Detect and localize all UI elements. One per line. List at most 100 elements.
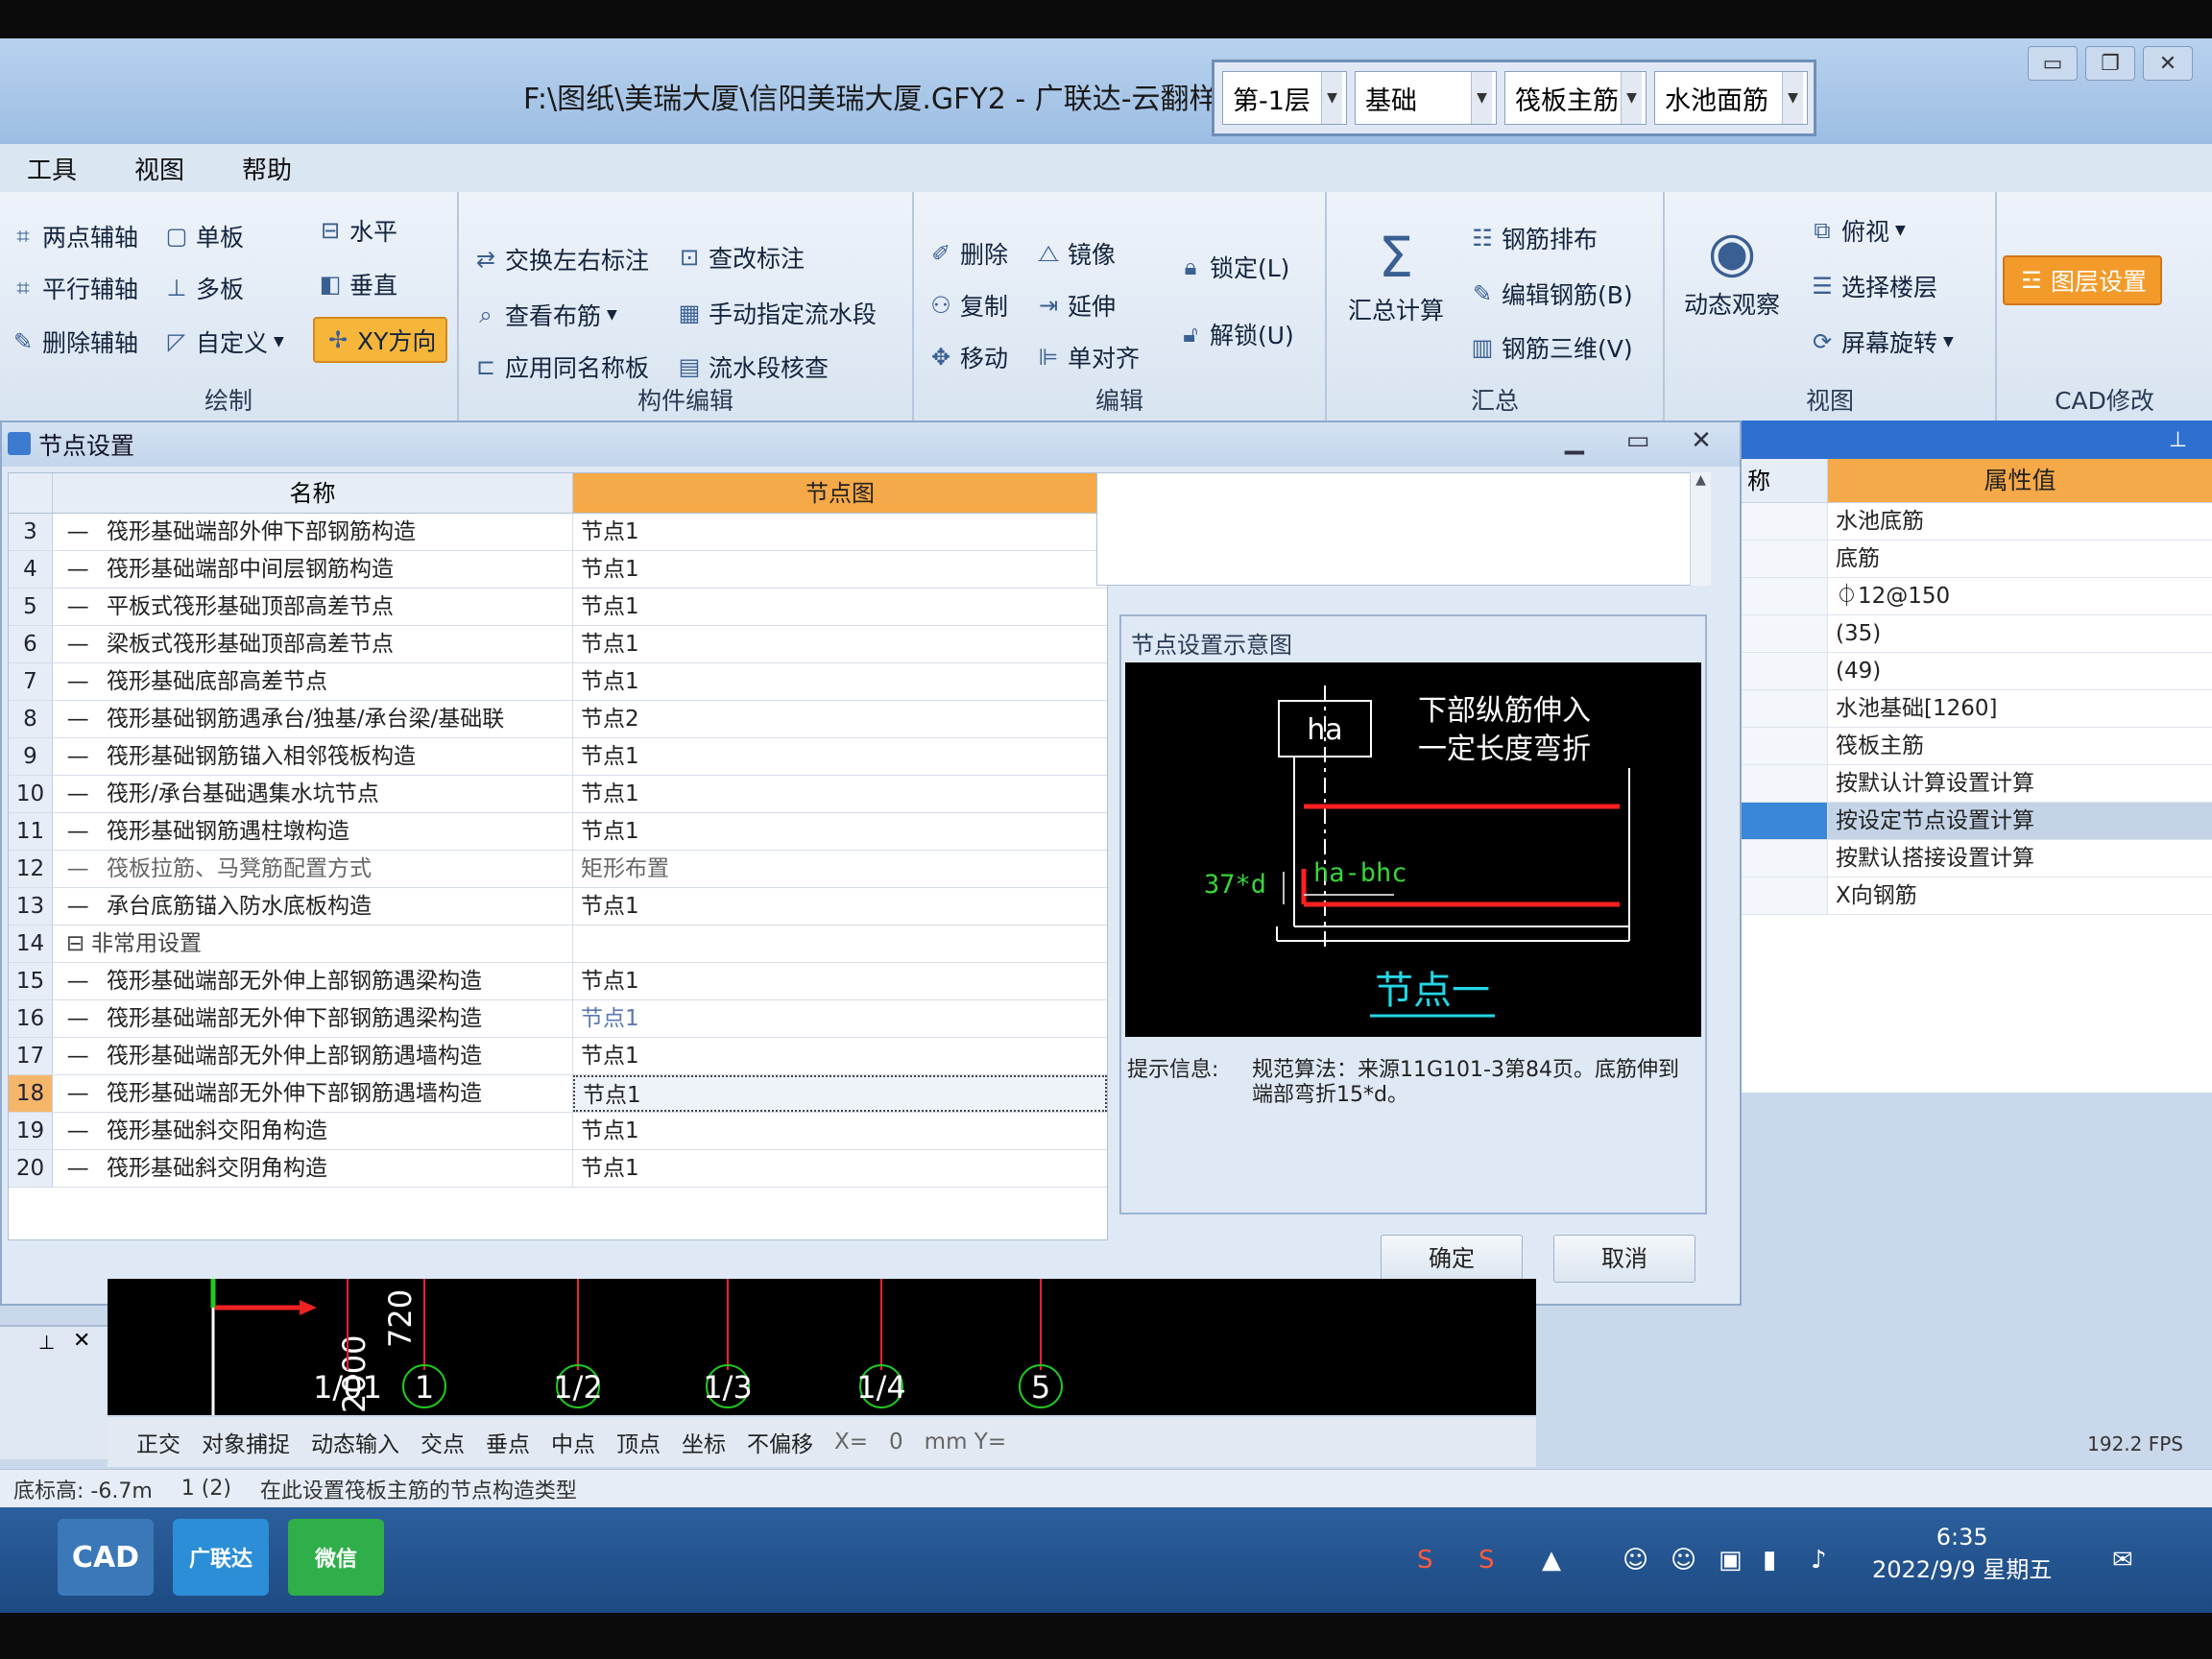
property-row[interactable]: ⏀12@150 bbox=[1742, 578, 2212, 615]
volume-icon[interactable]: ♪ bbox=[1811, 1546, 1827, 1575]
dynamic-input-toggle[interactable]: 动态输入 bbox=[311, 1426, 399, 1458]
apply-same-name-button[interactable]: ⊏ 应用同名称板 bbox=[472, 349, 649, 384]
rebar-layout-button[interactable]: ☷ 钢筋排布 bbox=[1469, 221, 1598, 255]
minimize-button[interactable]: ▭ bbox=[2028, 46, 2078, 81]
row-node-value[interactable]: 节点1 bbox=[573, 626, 1107, 662]
property-row[interactable]: (35) bbox=[1742, 615, 2212, 653]
horizontal-button[interactable]: ⊟ 水平 bbox=[317, 213, 397, 248]
row-node-value[interactable]: 节点1 bbox=[573, 1038, 1107, 1074]
property-row[interactable]: 筏板主筋 bbox=[1742, 728, 2212, 765]
close-icon[interactable]: ✕ bbox=[73, 1329, 90, 1353]
manual-segment-button[interactable]: ▦ 手动指定流水段 bbox=[676, 296, 877, 330]
delete-button[interactable]: ✐ 删除 bbox=[927, 236, 1008, 271]
menu-help[interactable]: 帮助 bbox=[242, 151, 292, 186]
table-row[interactable]: 5 — 平板式筏形基础顶部高差节点 节点1 bbox=[9, 589, 1107, 626]
table-row[interactable]: 9 — 筏形基础钢筋锚入相邻筏板构造 节点1 bbox=[9, 738, 1107, 776]
property-value[interactable]: ⏀12@150 bbox=[1828, 578, 2212, 614]
lock-button[interactable]: 🔒︎ 锁定(L) bbox=[1177, 250, 1290, 284]
table-row[interactable]: 10 — 筏形/承台基础遇集水坑节点 节点1 bbox=[9, 776, 1107, 813]
property-value[interactable]: 按默认搭接设置计算 bbox=[1828, 840, 2212, 877]
extend-button[interactable]: ⇥ 延伸 bbox=[1035, 288, 1116, 323]
custom-button[interactable]: ◸ 自定义 ▼ bbox=[163, 325, 284, 359]
move-button[interactable]: ✥ 移动 bbox=[927, 340, 1008, 374]
property-row[interactable]: 水池基础[1260] bbox=[1742, 690, 2212, 728]
taskbar-cad-app[interactable]: CAD bbox=[58, 1519, 154, 1596]
dynamic-view-button[interactable]: ◉ 动态观察 bbox=[1684, 221, 1780, 321]
row-node-value[interactable]: 节点1 bbox=[573, 514, 1107, 550]
segment-check-button[interactable]: ▤ 流水段核查 bbox=[676, 349, 829, 384]
row-node-value[interactable]: 节点1 bbox=[573, 738, 1107, 775]
row-node-value[interactable]: 节点2 bbox=[573, 701, 1107, 737]
row-node-value[interactable] bbox=[573, 926, 1107, 962]
menu-view[interactable]: 视图 bbox=[134, 151, 184, 186]
ok-button[interactable]: 确定 bbox=[1381, 1235, 1523, 1283]
clock[interactable]: 6:35 2022/9/9 星期五 bbox=[1872, 1521, 2052, 1586]
cancel-button[interactable]: 取消 bbox=[1553, 1235, 1695, 1283]
menu-tools[interactable]: 工具 bbox=[27, 151, 77, 186]
summary-calc-button[interactable]: Σ 汇总计算 bbox=[1348, 227, 1444, 326]
tray-user-icon[interactable]: ☺ bbox=[1623, 1546, 1648, 1575]
taskbar-wechat-app[interactable]: 微信 bbox=[288, 1519, 384, 1596]
parallel-axis-button[interactable]: ⌗ 平行辅轴 bbox=[10, 271, 138, 305]
top-view-button[interactable]: ⧉ 俯视 ▼ bbox=[1809, 213, 1905, 248]
tray-device-icon[interactable]: ▣ bbox=[1719, 1546, 1743, 1575]
two-point-axis-button[interactable]: ⌗ 两点辅轴 bbox=[10, 219, 138, 253]
table-row[interactable]: 18 — 筏形基础端部无外伸下部钢筋遇墙构造 节点1 bbox=[9, 1075, 1107, 1113]
row-node-value[interactable]: 节点1 bbox=[573, 1000, 1107, 1037]
layer-settings-button[interactable]: ☲ 图层设置 bbox=[2003, 255, 2163, 305]
property-value[interactable]: (49) bbox=[1828, 653, 2212, 689]
tray-s-icon[interactable]: S bbox=[1479, 1546, 1495, 1575]
collapse-icon[interactable]: ⊟ bbox=[53, 926, 91, 962]
pin-icon[interactable]: ⊥ bbox=[38, 1331, 55, 1354]
floor-select[interactable]: 第-1层 ▼ bbox=[1222, 71, 1347, 125]
table-row[interactable]: 15 — 筏形基础端部无外伸上部钢筋遇梁构造 节点1 bbox=[9, 963, 1107, 1000]
property-value[interactable]: 筏板主筋 bbox=[1828, 728, 2212, 764]
category-select[interactable]: 基础 ▼ bbox=[1355, 71, 1497, 125]
table-row[interactable]: 12 — 筏板拉筋、马凳筋配置方式 矩形布置 bbox=[9, 851, 1107, 888]
table-row[interactable]: 11 — 筏形基础钢筋遇柱墩构造 节点1 bbox=[9, 813, 1107, 851]
midpoint-snap[interactable]: 中点 bbox=[551, 1426, 595, 1458]
tray-expand-icon[interactable]: ▲ bbox=[1542, 1546, 1561, 1575]
row-node-value[interactable]: 节点1 bbox=[573, 663, 1107, 700]
mirror-button[interactable]: ⧍ 镜像 bbox=[1035, 236, 1116, 271]
vertical-button[interactable]: ◧ 垂直 bbox=[317, 267, 397, 301]
component-type-select[interactable]: 筏板主筋 ▼ bbox=[1504, 71, 1647, 125]
network-icon[interactable]: ▮ bbox=[1763, 1546, 1776, 1575]
intersection-snap[interactable]: 交点 bbox=[421, 1426, 465, 1458]
property-value[interactable]: 底筋 bbox=[1828, 541, 2212, 577]
row-node-value[interactable]: 节点1 bbox=[573, 888, 1107, 925]
maximize-icon[interactable]: ▭ bbox=[1619, 426, 1657, 455]
property-value[interactable]: (35) bbox=[1828, 615, 2212, 652]
close-icon[interactable]: ✕ bbox=[1682, 426, 1720, 455]
coordinate-snap[interactable]: 坐标 bbox=[682, 1426, 726, 1458]
vertex-snap[interactable]: 顶点 bbox=[616, 1426, 661, 1458]
tray-sogou-icon[interactable]: S bbox=[1417, 1546, 1433, 1575]
property-value[interactable]: 按设定节点设置计算 bbox=[1828, 803, 2212, 839]
property-value[interactable]: 水池基础[1260] bbox=[1828, 690, 2212, 727]
table-row[interactable]: 19 — 筏形基础斜交阳角构造 节点1 bbox=[9, 1113, 1107, 1150]
row-node-value[interactable]: 节点1 bbox=[573, 589, 1107, 625]
table-row[interactable]: 20 — 筏形基础斜交阴角构造 节点1 bbox=[9, 1150, 1107, 1188]
restore-button[interactable]: ❐ bbox=[2085, 46, 2135, 81]
table-row[interactable]: 13 — 承台底筋锚入防水底板构造 节点1 bbox=[9, 888, 1107, 926]
view-rebar-button[interactable]: ⌕ 查看布筋 ▼ bbox=[472, 298, 617, 332]
single-align-button[interactable]: ⊫ 单对齐 bbox=[1035, 340, 1140, 374]
edit-labels-button[interactable]: ⊡ 查改标注 bbox=[676, 240, 805, 275]
row-node-value[interactable]: 节点1 bbox=[573, 963, 1107, 999]
property-value[interactable]: 水池底筋 bbox=[1828, 503, 2212, 540]
table-row[interactable]: 8 — 筏形基础钢筋遇承台/独基/承台梁/基础联 节点2 bbox=[9, 701, 1107, 738]
property-row[interactable]: X向钢筋 bbox=[1742, 878, 2212, 915]
edit-rebar-button[interactable]: ✎ 编辑钢筋(B) bbox=[1469, 276, 1633, 311]
multi-slab-button[interactable]: ⊥ 多板 bbox=[163, 271, 244, 305]
screen-rotate-button[interactable]: ⟳ 屏幕旋转 ▼ bbox=[1809, 325, 1954, 359]
swap-labels-button[interactable]: ⇄ 交换左右标注 bbox=[472, 242, 649, 276]
row-node-value[interactable]: 节点1 bbox=[573, 776, 1107, 812]
component-select[interactable]: 水池面筋 ▼ bbox=[1654, 71, 1808, 125]
property-row[interactable]: 按默认计算设置计算 bbox=[1742, 765, 2212, 803]
rebar-3d-button[interactable]: ▥ 钢筋三维(V) bbox=[1469, 330, 1633, 365]
property-row[interactable]: 按默认搭接设置计算 bbox=[1742, 840, 2212, 878]
minimize-icon[interactable]: ▁ bbox=[1555, 426, 1594, 455]
row-node-value[interactable]: 节点1 bbox=[573, 1113, 1107, 1149]
table-row[interactable]: 16 — 筏形基础端部无外伸下部钢筋遇梁构造 节点1 bbox=[9, 1000, 1107, 1038]
ortho-toggle[interactable]: 正交 bbox=[136, 1426, 180, 1458]
